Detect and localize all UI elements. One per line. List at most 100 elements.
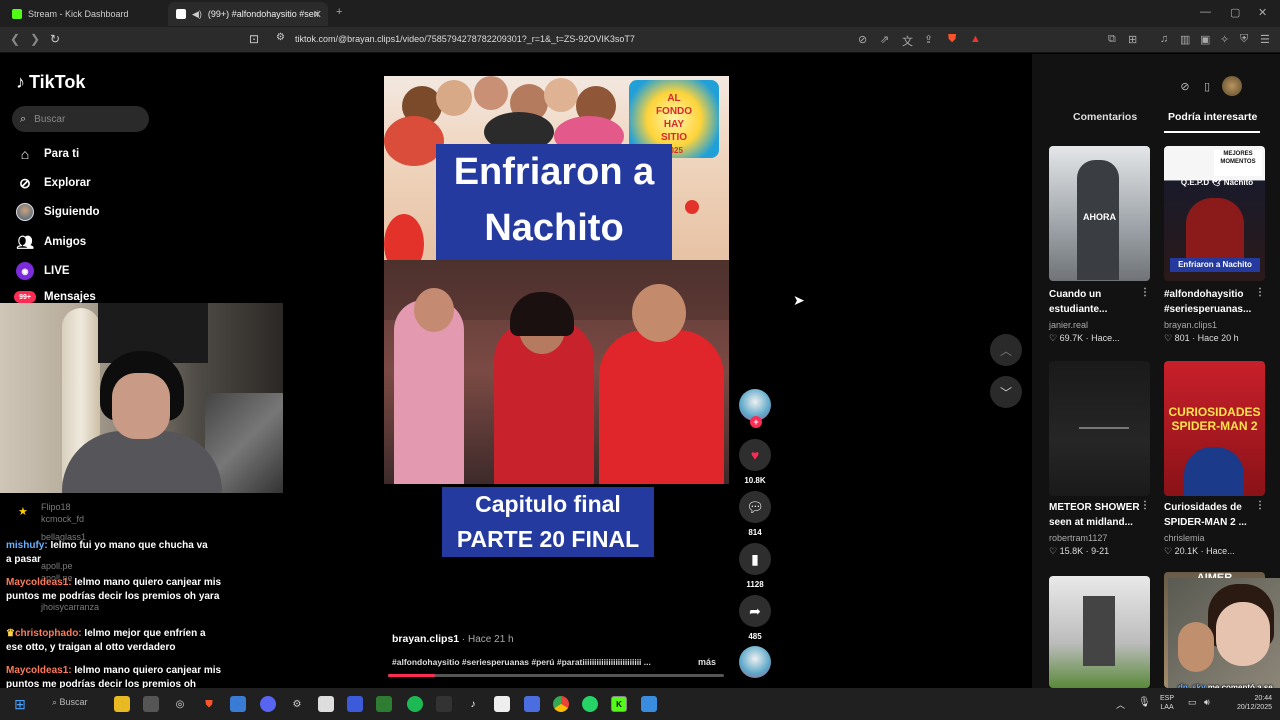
like-button[interactable]: ♥ 10.8K (739, 439, 771, 485)
language-indicator[interactable]: ESP LAA (1160, 694, 1174, 712)
taskbar-app-icon[interactable] (318, 696, 334, 712)
coin-icon[interactable]: ⊘ (1178, 79, 1192, 93)
tab-podria-interesarte[interactable]: Podría interesarte (1168, 111, 1257, 123)
more-link[interactable]: más (698, 657, 716, 667)
obs-icon[interactable]: ◎ (172, 696, 188, 712)
new-tab-button[interactable]: + (336, 6, 342, 18)
sidebar-item-siguiendo[interactable]: Siguiendo (16, 203, 100, 221)
recommended-thumbnail[interactable]: MEJORES MOMENTOS Q.E.P.D 🕊 Nachito Enfri… (1164, 146, 1265, 281)
system-clock[interactable]: 20:44 20/12/2025 (1224, 694, 1272, 712)
share-button[interactable]: ➦ 485 (739, 595, 771, 641)
recommended-author[interactable]: robertram1127 (1049, 533, 1107, 543)
vpn-icon[interactable]: ⛨ (1240, 33, 1248, 46)
music-disc-icon[interactable] (739, 646, 771, 678)
tiktok-taskbar-icon[interactable]: ♪ (465, 696, 481, 712)
close-tab-icon[interactable]: ✕ (313, 8, 322, 21)
windows-start-icon[interactable]: ⊞ (12, 696, 28, 712)
taskbar-app-icon[interactable] (347, 696, 363, 712)
music-icon[interactable]: ♫ (1160, 33, 1168, 45)
profile-avatar[interactable] (1222, 76, 1242, 96)
author-name[interactable]: brayan.clips1 (392, 633, 459, 645)
microphone-icon[interactable]: 🎙︎ (1138, 697, 1151, 708)
spotify-icon[interactable] (407, 696, 423, 712)
wallet-icon[interactable]: ▣ (1200, 33, 1210, 46)
recommended-author[interactable]: janier.real (1049, 320, 1088, 330)
tray-chevron-up-icon[interactable]: ︿ (1116, 698, 1125, 711)
brave-shield-icon[interactable]: ⛊ (948, 33, 956, 46)
close-window-icon[interactable]: ✕ (1258, 6, 1267, 19)
sidebar-item-explorar[interactable]: ⊘ Explorar (16, 174, 91, 192)
steam-icon[interactable]: ⚙ (289, 696, 305, 712)
taskbar-app-icon[interactable] (494, 696, 510, 712)
recommended-thumbnail[interactable]: CURIOSIDADES SPIDER-MAN 2 (1164, 361, 1265, 496)
follow-plus-icon[interactable]: + (750, 416, 762, 428)
comment-button[interactable]: 💬︎ 814 (739, 491, 771, 537)
screenshot-icon[interactable]: ⊞ (1128, 33, 1137, 46)
menu-icon[interactable]: ☰ (1260, 33, 1270, 46)
share-icon[interactable]: ⇪ (924, 33, 933, 46)
url-input[interactable]: tiktok.com/@brayan.clips1/video/75857942… (295, 34, 635, 44)
tab-kick-dashboard[interactable]: Stream - Kick Dashboard (4, 2, 164, 26)
maximize-icon[interactable]: ▢ (1230, 6, 1240, 19)
forward-icon[interactable]: ❯ (30, 32, 40, 46)
kick-taskbar-icon[interactable]: K (611, 696, 627, 712)
chat-username: Maycoldeas1: (6, 665, 72, 676)
taskbar-app-icon[interactable] (143, 696, 159, 712)
volume-icon[interactable]: 🔊︎ (1204, 697, 1210, 708)
brave-rewards-icon[interactable]: ▲ (970, 33, 981, 45)
save-button[interactable]: ▮ 1128 (739, 543, 771, 589)
recommended-thumbnail[interactable] (1049, 576, 1150, 688)
video-progress-bar[interactable] (388, 674, 724, 677)
tab-comentarios[interactable]: Comentarios (1073, 111, 1137, 123)
site-settings-icon[interactable]: ⚙ (276, 32, 285, 43)
next-video-button[interactable]: ﹀ (990, 376, 1022, 408)
extensions-icon[interactable]: ⧉ (1108, 33, 1116, 46)
recommended-author[interactable]: brayan.clips1 (1164, 320, 1217, 330)
open-external-icon[interactable]: ⇗ (880, 33, 889, 46)
recommended-title[interactable]: Curiosidades de SPIDER-MAN 2 ... (1164, 500, 1256, 530)
taskbar-app-icon[interactable] (436, 696, 452, 712)
recommended-thumbnail[interactable] (1049, 361, 1150, 496)
sidebar-icon[interactable]: ▥ (1180, 33, 1190, 46)
network-icon[interactable]: ▭ (1188, 697, 1197, 708)
minimize-icon[interactable]: — (1200, 6, 1211, 18)
file-explorer-icon[interactable] (114, 696, 130, 712)
tiktok-logo[interactable]: ♪ TikTok (16, 72, 85, 93)
recommended-title[interactable]: Cuando un estudiante... (1049, 287, 1141, 317)
more-options-icon[interactable]: ⋮ (1255, 287, 1265, 298)
recommended-author[interactable]: chrislemia (1164, 533, 1205, 543)
discord-icon[interactable] (260, 696, 276, 712)
device-icon[interactable]: ▯ (1200, 79, 1214, 93)
tab-tiktok-video[interactable]: ◀) (99+) #alfondohaysitio #serie... ✕ (168, 2, 328, 26)
translate-icon[interactable]: 文 (902, 33, 913, 49)
more-options-icon[interactable]: ⋮ (1140, 287, 1150, 298)
sidebar-item-para-ti[interactable]: ⌂ Para ti (16, 145, 79, 163)
taskbar-app-icon[interactable] (230, 696, 246, 712)
sidebar-item-label: Siguiendo (44, 206, 100, 218)
sidebar-item-live[interactable]: ◉ LIVE (16, 262, 70, 280)
cast-icon[interactable]: ⊘ (858, 33, 867, 46)
recommended-title[interactable]: #alfondohaysitio #seriesperuanas... (1164, 287, 1256, 317)
chrome-icon[interactable] (553, 696, 569, 712)
video-author[interactable]: brayan.clips1 · Hace 21 h (392, 633, 514, 645)
brave-icon[interactable]: ⛊ (201, 696, 217, 712)
more-options-icon[interactable]: ⋮ (1255, 500, 1265, 511)
taskbar-app-icon[interactable] (524, 696, 540, 712)
bookmark-icon[interactable]: ⊡ (249, 32, 259, 46)
recommended-thumbnail[interactable]: AHORA (1049, 146, 1150, 281)
chat-ghost-line: Flipo18 (41, 502, 71, 512)
sidebar-item-amigos[interactable]: 👥︎ Amigos (16, 233, 86, 251)
previous-video-button[interactable]: ︿ (990, 334, 1022, 366)
xbox-icon[interactable] (376, 696, 392, 712)
back-icon[interactable]: ❮ (10, 32, 20, 46)
reload-icon[interactable]: ↻ (50, 32, 60, 46)
video-player[interactable]: AL FONDO HAY SITIO 2025 Enfriaron a Nach… (384, 76, 729, 484)
video-thumbnail-top: AL FONDO HAY SITIO 2025 Enfriaron a Nach… (384, 76, 729, 274)
taskbar-search[interactable]: ⌕ Buscar (52, 697, 88, 708)
leo-ai-icon[interactable]: ✧ (1220, 33, 1229, 46)
recommended-title[interactable]: METEOR SHOWER seen at midland... (1049, 500, 1141, 530)
whatsapp-icon[interactable] (582, 696, 598, 712)
taskbar-app-icon[interactable] (641, 696, 657, 712)
more-options-icon[interactable]: ⋮ (1140, 500, 1150, 511)
search-input[interactable]: ⌕ Buscar (12, 106, 149, 132)
